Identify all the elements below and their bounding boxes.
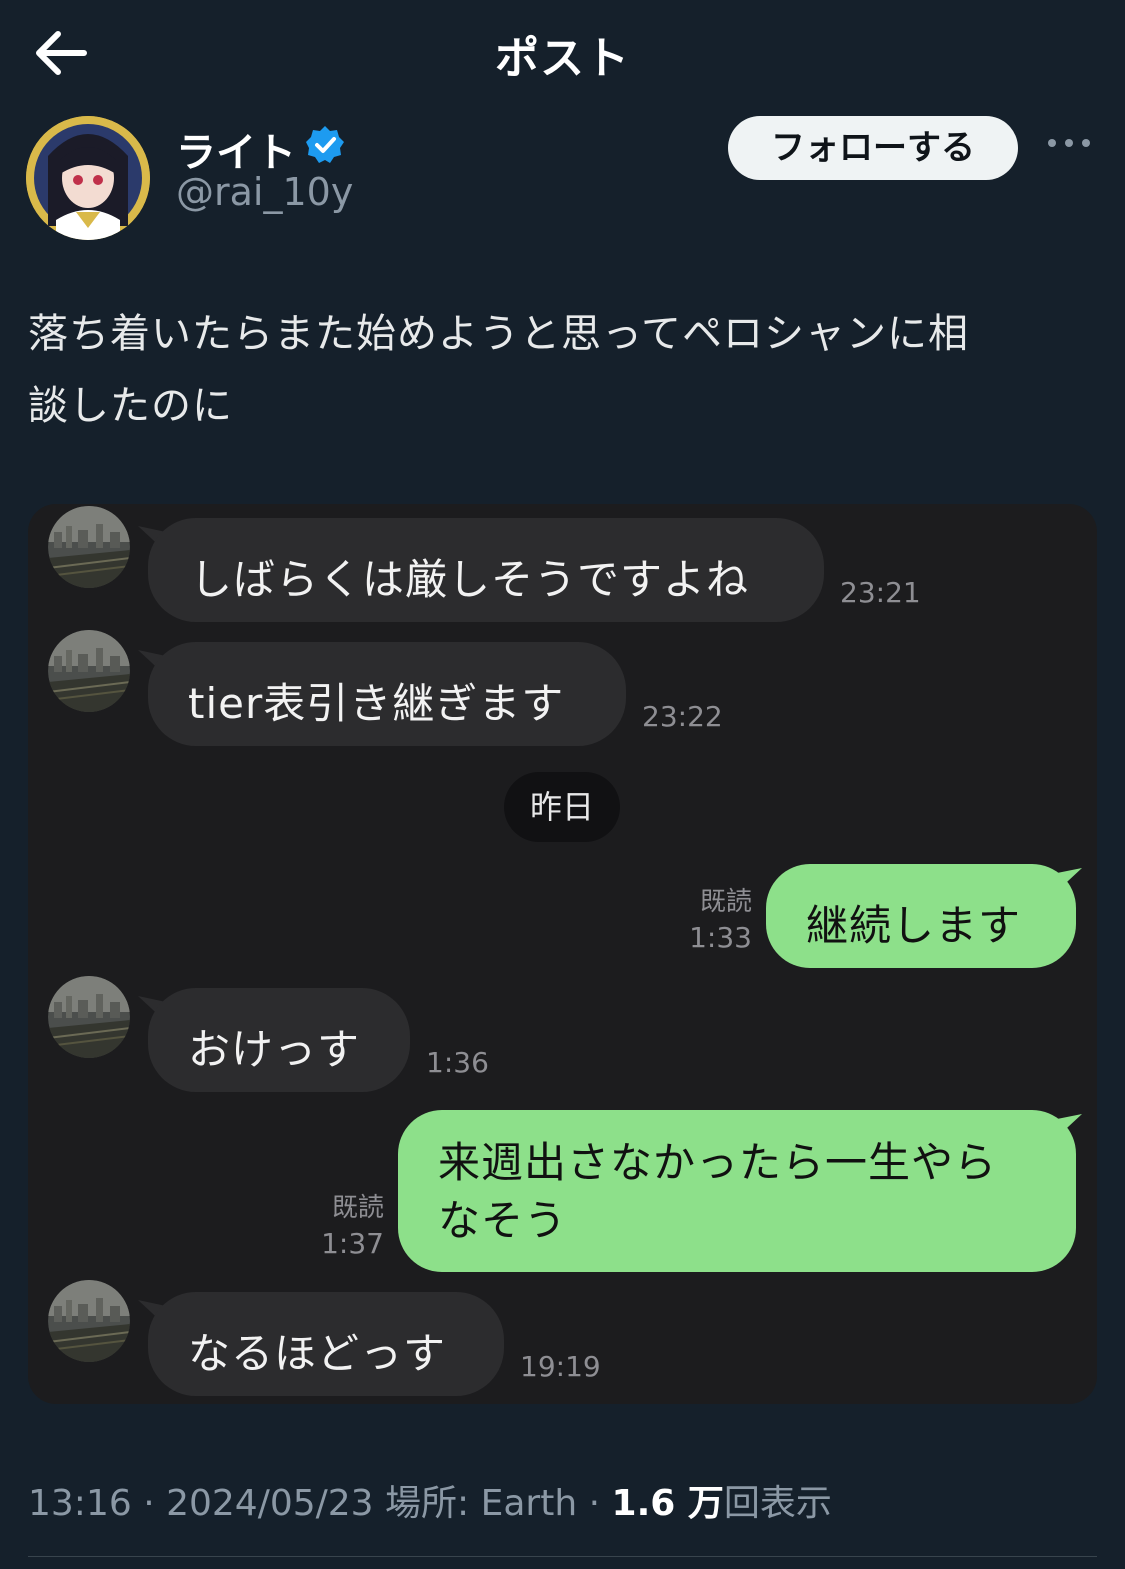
chat-time: 1:36 [426, 1046, 489, 1079]
chat-read-status: 既読 1:33 [648, 884, 752, 956]
chat-message-text: しばらくは厳しそうですよね [190, 555, 750, 604]
chat-time: 23:21 [840, 576, 921, 609]
tweet-text-line: 落ち着いたらまた始めようと思ってペロシャンに相 [28, 311, 969, 357]
chat-message-text: 継続します [806, 901, 1022, 950]
chat-message-text: なるほどっす [188, 1329, 447, 1378]
chat-avatar [48, 1280, 130, 1362]
read-label: 既読 [331, 1193, 384, 1223]
chat-avatar [48, 630, 130, 712]
more-button[interactable] [1044, 128, 1094, 158]
chat-avatar [48, 976, 130, 1058]
chat-message-line: 来週出さなかったら一生やら [438, 1138, 998, 1187]
chat-bubble-incoming: なるほどっす [148, 1292, 504, 1396]
location-value: Earth [480, 1483, 578, 1524]
tweet-date[interactable]: 2024/05/23 [166, 1483, 374, 1524]
divider [28, 1556, 1097, 1557]
chat-message-line: なそう [438, 1196, 568, 1245]
chat-bubble-outgoing: 来週出さなかったら一生やら なそう [398, 1110, 1076, 1272]
tweet-text: 落ち着いたらまた始めようと思ってペロシャンに相 談したのに [28, 298, 1088, 442]
author-row: ライト @rai_10y フォローする [26, 112, 1106, 240]
meta-separator: · [577, 1483, 612, 1524]
views-count[interactable]: 1.6 万 [612, 1483, 724, 1524]
read-label: 既読 [699, 887, 752, 917]
chat-time: 1:37 [321, 1227, 384, 1260]
chat-message-text: tier表引き継ぎます [188, 679, 565, 728]
author-handle[interactable]: @rai_10y [176, 170, 353, 214]
meta-separator: · [131, 1483, 167, 1524]
location-label: 場所: [373, 1483, 481, 1524]
chat-bubble-incoming: おけっす [148, 988, 410, 1092]
chat-bubble-incoming: tier表引き継ぎます [148, 642, 626, 746]
chat-time: 23:22 [642, 700, 723, 733]
chat-message-text: おけっす [188, 1025, 361, 1074]
chat-read-status: 既読 1:37 [280, 1190, 384, 1262]
chat-date-separator: 昨日 [504, 772, 620, 842]
tweet-meta: 13:16 · 2024/05/23 場所: Earth · 1.6 万回表示 [28, 1474, 832, 1526]
chat-time: 1:33 [689, 921, 752, 954]
tweet-time[interactable]: 13:16 [28, 1483, 132, 1524]
verified-badge-icon [306, 126, 344, 163]
tweet-text-line: 談したのに [28, 383, 233, 429]
tweet-image-chat-screenshot[interactable]: しばらくは厳しそうですよね 23:21 tier表引き継ぎます 23:22 昨日… [28, 504, 1097, 1404]
page-title: ポスト [495, 33, 630, 84]
chat-message-text: 来週出さなかったら一生やら なそう [438, 1134, 997, 1250]
views-label[interactable]: 回表示 [724, 1483, 832, 1524]
chat-avatar [48, 506, 130, 588]
avatar-image [26, 116, 150, 240]
chat-time: 19:19 [520, 1350, 601, 1383]
top-bar: ポスト [0, 0, 1125, 105]
more-horizontal-icon [1048, 139, 1090, 147]
author-avatar[interactable] [26, 116, 150, 240]
chat-bubble-outgoing: 継続します [766, 864, 1076, 968]
follow-button[interactable]: フォローする [728, 116, 1018, 180]
chat-bubble-incoming: しばらくは厳しそうですよね [148, 518, 824, 622]
